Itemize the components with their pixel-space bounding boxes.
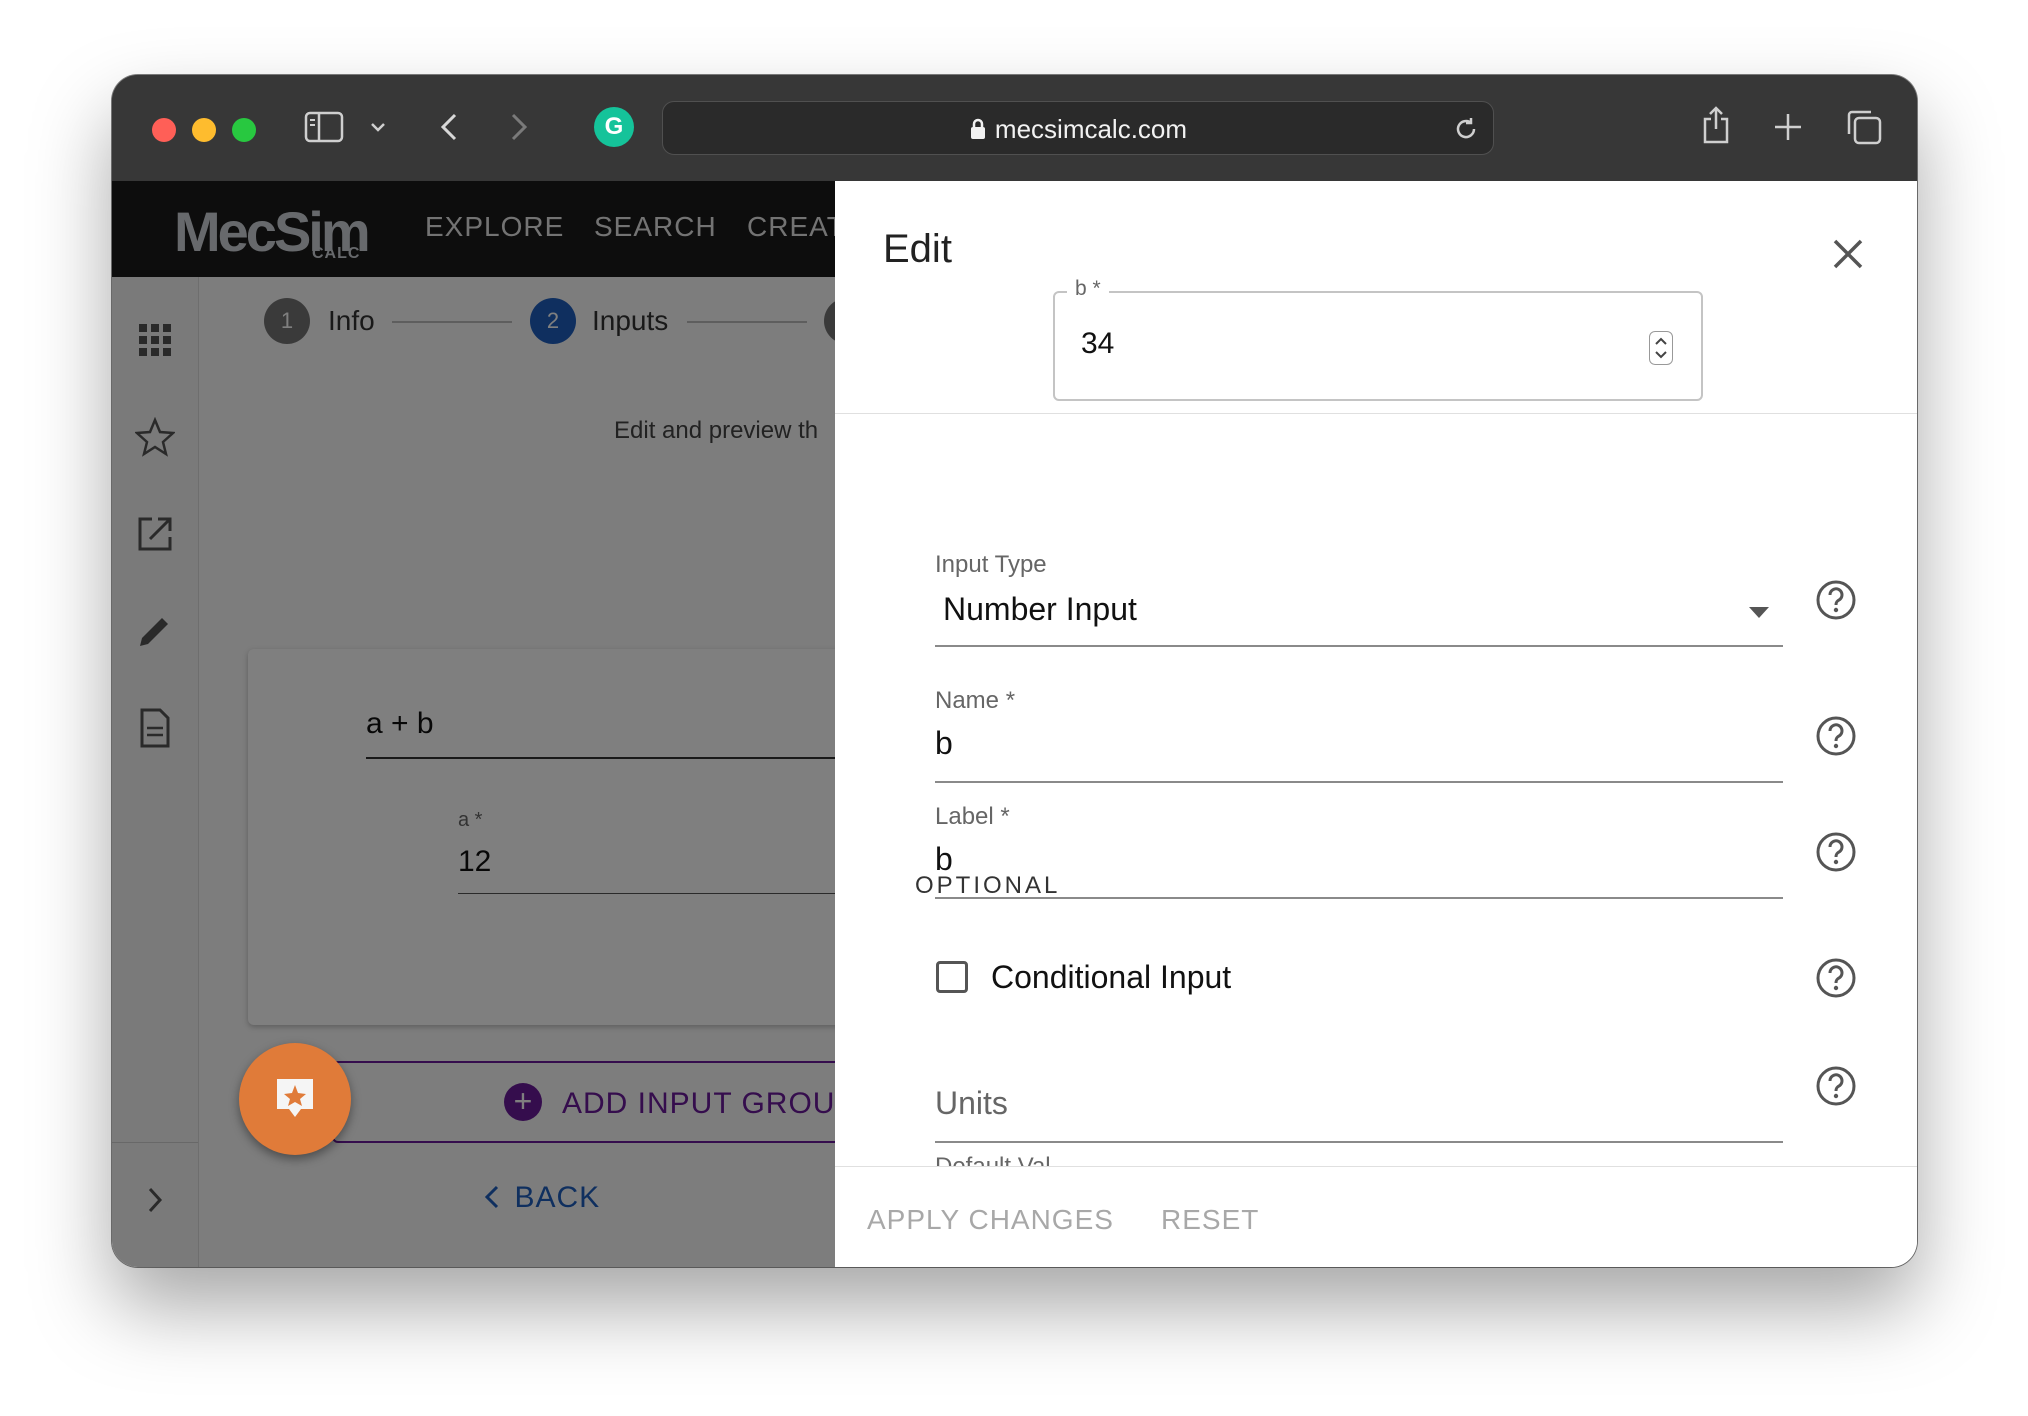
name-label: Name * (935, 687, 1016, 714)
help-icon[interactable] (1815, 579, 1857, 621)
preview-divider (835, 413, 1917, 414)
name-underline (935, 781, 1783, 783)
feedback-fab[interactable] (239, 1043, 351, 1155)
minimize-window-button[interactable] (192, 118, 216, 142)
help-icon[interactable] (1815, 715, 1857, 757)
label-underline (935, 897, 1783, 899)
back-arrow-icon[interactable] (434, 109, 464, 145)
share-icon[interactable] (1696, 103, 1736, 147)
new-tab-icon[interactable] (1768, 107, 1808, 147)
edit-drawer: Edit b * 34 Input Type Number Input Name… (835, 181, 1917, 1267)
preview-input-label: b * (1067, 277, 1109, 301)
input-type-value: Number Input (943, 591, 1137, 627)
conditional-input-checkbox[interactable] (936, 961, 968, 993)
number-spinner-icon[interactable] (1649, 331, 1673, 365)
lock-icon (970, 118, 985, 139)
apply-changes-button[interactable]: APPLY CHANGES (867, 1204, 1114, 1236)
default-value-label: Default Val (935, 1155, 1051, 1166)
preview-number-input[interactable]: b * 34 (1053, 277, 1703, 401)
reset-button[interactable]: RESET (1161, 1204, 1259, 1236)
sidebar-toggle-icon[interactable] (302, 107, 346, 147)
browser-window: G mecsimcalc.com MecSim CALC EXPLORE SEA… (112, 75, 1917, 1267)
conditional-input-label[interactable]: Conditional Input (991, 959, 1231, 996)
units-underline (935, 1141, 1783, 1143)
drawer-title: Edit (883, 227, 952, 271)
url-text: mecsimcalc.com (994, 114, 1188, 144)
label-field-label: Label * (935, 803, 1010, 830)
name-input[interactable]: b (935, 725, 953, 762)
preview-input-value: 34 (1081, 327, 1115, 360)
forward-arrow-icon[interactable] (504, 109, 534, 145)
input-type-select[interactable]: Number Input (935, 585, 1783, 647)
tab-overview-icon[interactable] (1842, 105, 1886, 149)
help-icon[interactable] (1815, 831, 1857, 873)
reload-icon[interactable] (1451, 114, 1481, 144)
browser-toolbar: G mecsimcalc.com (112, 75, 1917, 182)
optional-heading: OPTIONAL (915, 872, 1061, 899)
chevron-down-icon[interactable] (366, 115, 390, 139)
feedback-icon (277, 1079, 313, 1117)
help-icon[interactable] (1815, 957, 1857, 999)
address-bar[interactable]: mecsimcalc.com (662, 101, 1494, 155)
zoom-window-button[interactable] (232, 118, 256, 142)
input-type-label: Input Type (935, 551, 1047, 578)
close-icon[interactable] (1825, 231, 1871, 277)
dropdown-arrow-icon (1749, 607, 1769, 618)
drawer-footer: APPLY CHANGES RESET (835, 1166, 1917, 1267)
units-input[interactable]: Units (935, 1085, 1008, 1122)
grammarly-extension-icon[interactable]: G (594, 107, 634, 147)
help-icon[interactable] (1815, 1065, 1857, 1107)
close-window-button[interactable] (152, 118, 176, 142)
